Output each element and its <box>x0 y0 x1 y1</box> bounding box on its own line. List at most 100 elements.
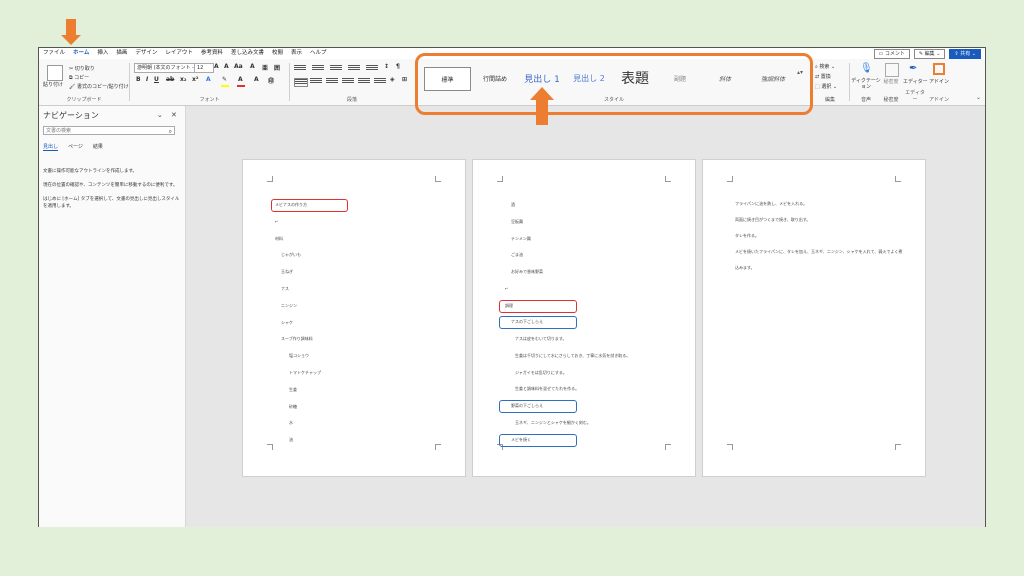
tab-headings[interactable]: 見出し <box>43 143 59 151</box>
sort-icon[interactable]: ↕ <box>384 63 389 70</box>
select-label: 選択 <box>821 84 832 90</box>
cut-button[interactable]: ✂ 切り取り <box>69 65 95 72</box>
enclose-char-icon[interactable]: ㊞ <box>268 76 274 85</box>
strikethrough-icon[interactable]: ab <box>166 76 174 83</box>
sensitivity-icon[interactable] <box>885 63 899 77</box>
tab-design[interactable]: デザイン <box>131 48 161 59</box>
dictate-label[interactable]: ディクテーション <box>851 78 881 90</box>
tab-draw[interactable]: 描画 <box>112 48 131 59</box>
decrease-indent-icon[interactable] <box>348 65 360 72</box>
close-icon[interactable]: ✕ <box>171 111 177 119</box>
page-corner-mark <box>895 176 901 182</box>
numbering-icon[interactable] <box>312 65 324 72</box>
edit-mode-button[interactable]: ✎ 編集 ⌄ <box>913 48 946 59</box>
page-1[interactable]: メビナスの作り方 ↵ 材料 じゃがいも 玉ねぎ ナス ニンジン シャケ スープ作… <box>242 159 466 477</box>
doc-line: 生姜と調味料を混ぜてたれを作る。 <box>515 386 580 391</box>
addins-group: アドイン アドイン <box>927 61 951 103</box>
superscript-icon[interactable]: x² <box>192 76 199 83</box>
editor-label[interactable]: エディター <box>903 78 928 85</box>
doc-line: じゃがいも <box>281 252 301 257</box>
tab-home[interactable]: ホーム <box>69 48 94 60</box>
bullets-icon[interactable] <box>294 65 306 72</box>
format-painter-button[interactable]: 🖌 書式のコピー/貼り付け <box>69 83 129 90</box>
subscript-icon[interactable]: x₂ <box>180 76 187 83</box>
nav-options-icon[interactable]: ⌄ <box>157 111 163 119</box>
char-border-icon[interactable]: 囲 <box>274 63 280 72</box>
replace-button[interactable]: ⇄ 置換 <box>815 73 831 80</box>
shading-icon[interactable]: ◈ <box>390 76 395 83</box>
document-area[interactable]: メビナスの作り方 ↵ 材料 じゃがいも 玉ねぎ ナス ニンジン シャケ スープ作… <box>186 106 985 527</box>
multilevel-list-icon[interactable] <box>330 65 342 72</box>
justify-icon[interactable] <box>342 78 354 85</box>
char-shading-icon[interactable]: A <box>254 76 259 83</box>
distribute-icon[interactable] <box>358 78 370 85</box>
font-color-icon[interactable]: A <box>238 76 243 83</box>
arrow-icon <box>536 99 548 125</box>
font-size-dropdown[interactable]: 12 <box>194 63 214 73</box>
show-marks-icon[interactable]: ¶ <box>396 63 400 70</box>
styles-callout-box <box>415 53 813 115</box>
doc-line: 砂糖 <box>289 404 297 409</box>
tab-help[interactable]: ヘルプ <box>306 48 331 59</box>
highlight-icon[interactable]: ✎ <box>222 76 227 83</box>
editor-icon[interactable]: ✒ <box>909 63 921 75</box>
clipboard-group: 貼り付け ✂ 切り取り ⧉ コピー 🖌 書式のコピー/貼り付け クリップボード <box>41 61 129 103</box>
addins-label[interactable]: アドイン <box>927 78 951 85</box>
tab-layout[interactable]: レイアウト <box>161 48 197 59</box>
copy-button[interactable]: ⧉ コピー <box>69 74 89 81</box>
find-button[interactable]: ⌕ 検索 ⌄ <box>815 63 835 70</box>
select-button[interactable]: ⬚ 選択 ⌄ <box>815 83 837 90</box>
doc-line: ナスは皮をむいて切ります。 <box>515 336 567 341</box>
underline-icon[interactable]: U <box>154 76 159 83</box>
page-3[interactable]: フライパンに油を熱し、メビを入れる。 両面に焼き目がつくまで焼き、取り出す。 タ… <box>702 159 926 477</box>
editor-group: ✒ エディター エディター <box>903 61 928 103</box>
align-right-icon[interactable] <box>326 78 338 85</box>
bold-icon[interactable]: B <box>136 76 141 83</box>
paste-label[interactable]: 貼り付け <box>43 81 71 88</box>
clear-format-icon[interactable]: A <box>250 63 255 70</box>
increase-indent-icon[interactable] <box>366 65 378 72</box>
page-2[interactable]: 酒 豆板醤 テンメン醤 ごま油 お好みで香味野菜 ↵ 調理 ナスの下ごしらえ ナ… <box>472 159 696 477</box>
align-center-icon[interactable] <box>310 78 322 85</box>
nav-search-input[interactable]: 文書の検索 ⌕ <box>43 126 175 135</box>
doc-line: ナス <box>281 286 289 291</box>
tab-results[interactable]: 結果 <box>93 143 103 151</box>
align-left-icon[interactable] <box>294 78 308 87</box>
share-button[interactable]: ⇪ 共有 ⌄ <box>949 48 981 59</box>
page-corner-mark <box>665 176 671 182</box>
font-name-dropdown[interactable]: 游明朝 (本文のフォント - <box>134 63 196 73</box>
phonetic-icon[interactable]: 亜 <box>262 63 268 72</box>
tab-review[interactable]: 校閲 <box>268 48 287 59</box>
edit-mode-label: 編集 <box>924 50 935 57</box>
share-label: 共有 <box>960 50 971 57</box>
paste-icon[interactable] <box>47 65 63 81</box>
page-corner-mark <box>435 176 441 182</box>
tab-view[interactable]: 表示 <box>287 48 306 59</box>
line-spacing-icon[interactable] <box>374 78 386 85</box>
italic-icon[interactable]: I <box>146 76 148 83</box>
nav-message-2: 現在の位置の確認や、コンテンツを簡単に移動するのに便利です。 <box>43 183 178 188</box>
collapse-ribbon-icon[interactable]: ⌄ <box>976 94 981 101</box>
doc-heading: メビを焼く <box>511 437 531 442</box>
editing-group-label: 編集 <box>824 97 835 103</box>
text-effects-icon[interactable]: A <box>206 76 211 83</box>
nav-message-1: 文書に操作可能なアウトラインを作成します。 <box>43 169 138 174</box>
shrink-font-icon[interactable]: A <box>224 63 229 70</box>
doc-line: テンメン醤 <box>511 236 531 241</box>
doc-line: 塩コショウ <box>289 353 309 358</box>
doc-line: 生姜は千切りにして水にさらしておき、丁寧に水気を拭き取る。 <box>515 353 631 358</box>
search-icon[interactable]: ⌕ <box>169 127 172 136</box>
tab-references[interactable]: 参考資料 <box>197 48 227 59</box>
comment-button[interactable]: ▭ コメント <box>873 48 910 59</box>
borders-icon[interactable]: ⊞ <box>402 76 407 83</box>
addins-icon[interactable] <box>933 63 945 75</box>
tab-file[interactable]: ファイル <box>39 48 69 59</box>
tab-insert[interactable]: 挿入 <box>93 48 112 59</box>
sensitivity-label[interactable]: 秘密度 <box>881 78 901 85</box>
grow-font-icon[interactable]: A <box>214 63 219 70</box>
clipboard-group-label: クリップボード <box>66 97 102 103</box>
tab-mailings[interactable]: 差し込み文書 <box>227 48 268 59</box>
microphone-icon[interactable]: 🎙 <box>860 63 873 75</box>
change-case-icon[interactable]: Aa <box>234 63 243 70</box>
tab-pages[interactable]: ページ <box>68 143 83 151</box>
